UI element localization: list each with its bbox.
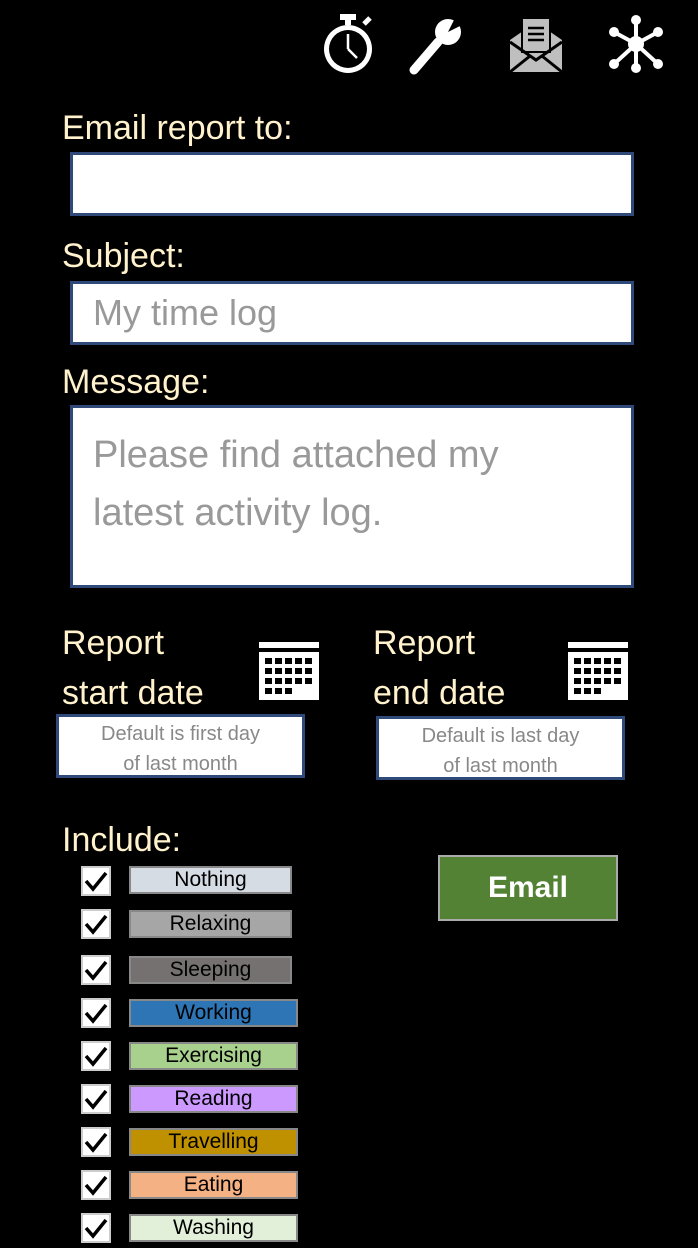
checkmark-icon xyxy=(84,1046,108,1067)
start-date-label: Report start date xyxy=(62,624,204,712)
category-checkbox[interactable] xyxy=(81,866,111,896)
checkmark-icon xyxy=(84,1175,108,1196)
email-to-label: Email report to: xyxy=(62,109,293,147)
envelope-report-icon[interactable] xyxy=(504,12,568,76)
subject-input[interactable]: My time log xyxy=(70,281,634,345)
subject-label: Subject: xyxy=(62,237,185,275)
category-checkbox[interactable] xyxy=(81,909,111,939)
category-tag-travelling: Travelling xyxy=(129,1128,298,1156)
start-date-input[interactable]: Default is first day of last month xyxy=(56,714,305,778)
include-label: Include: xyxy=(62,821,182,859)
category-checkbox[interactable] xyxy=(81,1213,111,1243)
email-to-input[interactable] xyxy=(70,152,634,216)
category-tag-nothing: Nothing xyxy=(129,866,292,894)
checkmark-icon xyxy=(84,960,108,981)
stopwatch-icon[interactable] xyxy=(316,12,380,76)
checkmark-icon xyxy=(84,914,108,935)
checkmark-icon xyxy=(84,1003,108,1024)
category-checkbox[interactable] xyxy=(81,1127,111,1157)
category-checkbox[interactable] xyxy=(81,1084,111,1114)
calendar-icon[interactable] xyxy=(568,642,628,700)
network-icon[interactable] xyxy=(604,12,668,76)
calendar-icon[interactable] xyxy=(259,642,319,700)
wrench-icon[interactable] xyxy=(404,12,468,76)
email-button[interactable]: Email xyxy=(438,855,618,921)
checkmark-icon xyxy=(84,871,108,892)
category-checkbox[interactable] xyxy=(81,998,111,1028)
category-tag-sleeping: Sleeping xyxy=(129,956,292,984)
category-tag-working: Working xyxy=(129,999,298,1027)
message-textarea[interactable]: Please find attached my latest activity … xyxy=(70,405,634,588)
category-tag-exercising: Exercising xyxy=(129,1042,298,1070)
category-tag-washing: Washing xyxy=(129,1214,298,1242)
category-checkbox[interactable] xyxy=(81,1041,111,1071)
end-date-input[interactable]: Default is last day of last month xyxy=(376,716,625,780)
checkmark-icon xyxy=(84,1218,108,1239)
message-label: Message: xyxy=(62,363,210,401)
category-tag-reading: Reading xyxy=(129,1085,298,1113)
category-checkbox[interactable] xyxy=(81,955,111,985)
end-date-label: Report end date xyxy=(373,624,506,712)
category-tag-eating: Eating xyxy=(129,1171,298,1199)
category-tag-relaxing: Relaxing xyxy=(129,910,292,938)
checkmark-icon xyxy=(84,1089,108,1110)
checkmark-icon xyxy=(84,1132,108,1153)
category-checkbox[interactable] xyxy=(81,1170,111,1200)
